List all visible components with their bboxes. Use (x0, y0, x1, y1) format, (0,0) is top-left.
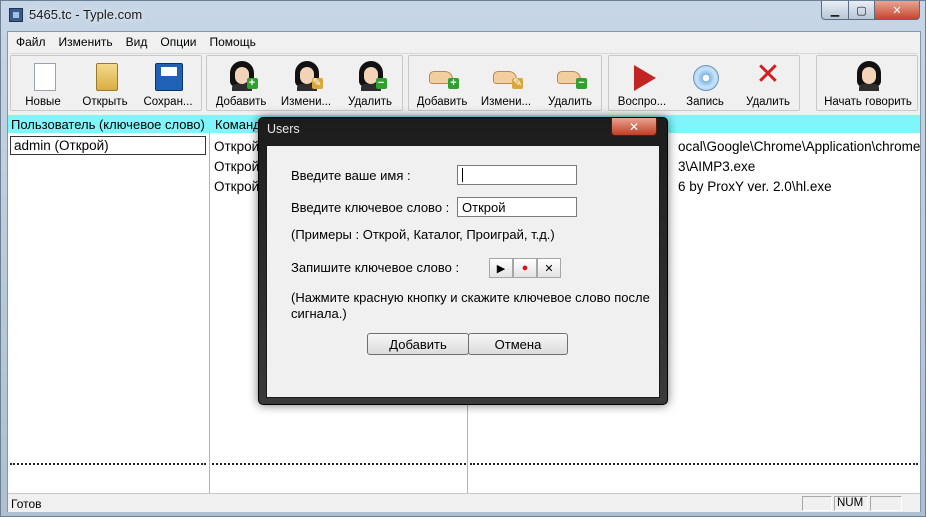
record-button-label: Запись (686, 96, 724, 108)
user-add-icon: + (228, 61, 258, 91)
start-speaking-button[interactable]: Начать говорить (819, 56, 917, 112)
play-icon: ▶ (496, 262, 506, 275)
close-icon: ✕ (628, 119, 640, 134)
menu-file[interactable]: Файл (10, 32, 53, 52)
play-keyword-button[interactable]: ▶ (489, 258, 513, 278)
play-button[interactable]: Воспро... (611, 56, 673, 112)
menu-bar: Файл Изменить Вид Опции Помощь (8, 32, 920, 52)
new-button[interactable]: Новые (13, 56, 73, 112)
edit-command-label: Измени... (480, 96, 532, 108)
speak-toolbar-group: Начать говорить (816, 55, 918, 111)
status-text: Готов (11, 497, 42, 511)
status-bar: Готов NUM (8, 493, 920, 512)
delete-command-button[interactable]: − Удалить (539, 56, 601, 112)
command-list-item[interactable]: Открой (214, 179, 259, 194)
add-command-button[interactable]: + Добавить (411, 56, 473, 112)
save-button-label: Сохран... (143, 96, 193, 108)
dialog-body: Введите ваше имя : Введите ключевое слов… (266, 145, 660, 398)
delete-command-label: Удалить (548, 96, 592, 108)
app-icon (9, 8, 23, 22)
close-icon: ✕ (544, 262, 554, 275)
user-list-item[interactable]: admin (Открой) (10, 136, 206, 155)
hand-add-icon: + (427, 65, 459, 91)
clear-keyword-button[interactable]: ✕ (537, 258, 561, 278)
play-icon (634, 65, 656, 91)
edit-user-button[interactable]: ✎ Измени... (275, 56, 337, 112)
close-button[interactable]: ✕ (874, 1, 920, 20)
menu-edit[interactable]: Изменить (53, 32, 120, 52)
path-list-item[interactable]: 3\AIMP3.exe (678, 159, 755, 174)
command-list-item[interactable]: Открой (214, 139, 259, 154)
user-toolbar-group: + Добавить ✎ Измени... − Удалить (206, 55, 403, 111)
record-keyword-button[interactable]: ● (513, 258, 537, 278)
open-button[interactable]: Открыть (75, 56, 135, 112)
red-x-icon: ✕ (755, 58, 781, 91)
minimize-icon: ▁ (830, 4, 840, 17)
path-list-item[interactable]: ocal\Google\Chrome\Application\chrome (678, 139, 920, 154)
file-toolbar-group: Новые Открыть Сохран... (10, 55, 202, 111)
hand-edit-icon: ✎ (491, 65, 523, 91)
delete-user-label: Удалить (348, 96, 392, 108)
status-pane-empty (802, 496, 832, 511)
title-bar[interactable]: 5465.tc - Typle.com ▁ ▢ ✕ (1, 1, 925, 31)
keyword-input[interactable]: Открой (457, 197, 577, 217)
users-dialog: Users ✕ Введите ваше имя : Введите ключе… (258, 117, 668, 405)
dotted-divider (10, 463, 206, 465)
cancel-button[interactable]: Отмена (468, 333, 568, 355)
save-button[interactable]: Сохран... (137, 56, 199, 112)
record-hint-text: (Нажмите красную кнопку и скажите ключев… (291, 290, 650, 321)
open-button-label: Открыть (82, 96, 128, 108)
toolbar: Новые Открыть Сохран... + Добавить ✎ Изм… (10, 53, 918, 113)
num-lock-indicator: NUM (834, 496, 868, 511)
add-button[interactable]: Добавить (367, 333, 469, 355)
menu-options[interactable]: Опции (154, 32, 203, 52)
keyword-label: Введите ключевое слово : (291, 200, 450, 215)
open-folder-icon (96, 63, 118, 91)
audio-toolbar-group: Воспро... Запись ✕ Удалить (608, 55, 800, 111)
start-speaking-label: Начать говорить (824, 96, 912, 108)
delete-record-label: Удалить (746, 96, 790, 108)
play-button-label: Воспро... (617, 96, 667, 108)
name-input[interactable] (457, 165, 577, 185)
minimize-button[interactable]: ▁ (821, 1, 849, 20)
status-pane-empty (870, 496, 902, 511)
dotted-divider (212, 463, 466, 465)
record-button[interactable]: Запись (675, 56, 735, 112)
floppy-disk-icon (154, 63, 183, 91)
users-list[interactable]: admin (Открой) (8, 133, 210, 493)
dotted-divider (470, 463, 918, 465)
speaker-face-icon (855, 61, 883, 91)
header-user[interactable]: Пользователь (ключевое слово) (11, 117, 207, 132)
name-label: Введите ваше имя : (291, 168, 411, 183)
disc-icon (693, 65, 719, 91)
examples-text: (Примеры : Открой, Каталог, Проиграй, т.… (291, 227, 555, 242)
close-icon: ✕ (892, 4, 902, 17)
record-controls: ▶ ● ✕ (489, 258, 563, 278)
new-document-icon (34, 63, 56, 91)
menu-view[interactable]: Вид (120, 32, 155, 52)
delete-user-button[interactable]: − Удалить (339, 56, 401, 112)
record-dot-icon: ● (521, 262, 529, 274)
user-delete-icon: − (357, 61, 387, 91)
new-button-label: Новые (25, 96, 61, 108)
add-user-button[interactable]: + Добавить (209, 56, 273, 112)
path-list-item[interactable]: 6 by ProxY ver. 2.0\hl.exe (678, 179, 832, 194)
add-user-label: Добавить (215, 96, 267, 108)
command-list-item[interactable]: Открой (214, 159, 259, 174)
menu-help[interactable]: Помощь (204, 32, 263, 52)
user-edit-icon: ✎ (293, 61, 323, 91)
edit-command-button[interactable]: ✎ Измени... (475, 56, 537, 112)
add-command-label: Добавить (416, 96, 468, 108)
maximize-button[interactable]: ▢ (848, 1, 875, 20)
edit-user-label: Измени... (280, 96, 332, 108)
text-caret (462, 168, 463, 182)
maximize-icon: ▢ (856, 4, 867, 17)
hand-delete-icon: − (555, 65, 587, 91)
delete-record-button[interactable]: ✕ Удалить (737, 56, 799, 112)
dialog-close-button[interactable]: ✕ (611, 118, 657, 136)
dialog-title: Users (267, 122, 300, 136)
window-title: 5465.tc - Typle.com (29, 7, 143, 22)
command-toolbar-group: + Добавить ✎ Измени... − Удалить (408, 55, 602, 111)
record-keyword-label: Запишите ключевое слово : (291, 260, 460, 275)
